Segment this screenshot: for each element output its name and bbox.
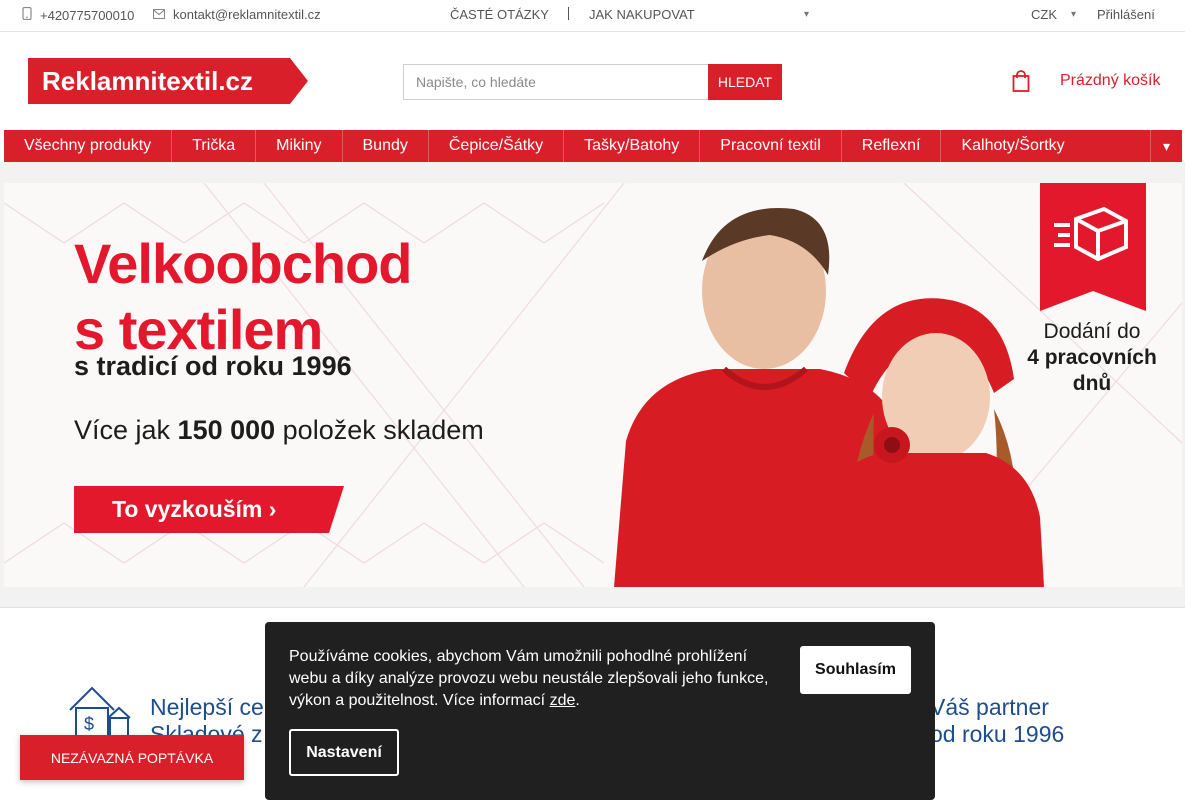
cookie-consent-dialog: Používáme cookies, abychom Vám umožnili … [265, 622, 935, 800]
mail-icon [152, 8, 166, 22]
email-address[interactable]: kontakt@reklamnitextil.cz [173, 7, 321, 22]
nav-item-hoodies[interactable]: Mikiny [256, 130, 343, 162]
cookie-message: Používáme cookies, abychom Vám umožnili … [289, 648, 769, 709]
cart[interactable]: Prázdný košík [1012, 70, 1160, 92]
phone-icon [22, 6, 32, 23]
nav-item-reflective[interactable]: Reflexní [842, 130, 942, 162]
nav-item-tshirts[interactable]: Trička [172, 130, 257, 162]
nav-more-button[interactable]: ▾ [1150, 130, 1182, 162]
logo-text: Reklamnitextil.cz [42, 66, 253, 96]
search-button[interactable]: HLEDAT [708, 64, 782, 100]
nav-item-bags[interactable]: Tašky/Batohy [564, 130, 701, 162]
site-logo[interactable]: Reklamnitextil.cz [28, 58, 308, 104]
search-input[interactable] [403, 64, 708, 100]
topbar-divider [568, 7, 569, 20]
feature-right-text: Váš partner od roku 1996 [930, 694, 1065, 747]
warehouse-price-icon: $ [52, 684, 132, 740]
more-links-toggle[interactable]: ▾ [804, 9, 809, 20]
cart-icon [1012, 70, 1030, 92]
top-bar: +420775700010 kontakt@reklamnitextil.cz … [0, 0, 1185, 32]
nav-item-caps[interactable]: Čepice/Šátky [429, 130, 565, 162]
banner-tagline: s tradicí od roku 1996 [74, 351, 352, 381]
phone-number[interactable]: +420775700010 [40, 8, 134, 23]
cookie-accept-button[interactable]: Souhlasím [800, 646, 911, 694]
nav-item-all-products[interactable]: Všechny produkty [4, 130, 173, 162]
chevron-down-icon: ▾ [804, 9, 810, 20]
svg-text:$: $ [84, 714, 94, 734]
inquiry-button[interactable]: NEZÁVAZNÁ POPTÁVKA [20, 735, 244, 780]
cookie-info-link[interactable]: zde [550, 692, 576, 709]
banner-cta-button[interactable]: To vyzkouším › [112, 496, 276, 523]
banner-models-image [614, 208, 1044, 587]
banner-stock-info: Více jak 150 000 položek skladem [74, 415, 484, 445]
cart-label: Prázdný košík [1060, 72, 1161, 89]
faq-link[interactable]: ČASTÉ OTÁZKY [450, 7, 549, 22]
currency-selector[interactable]: CZK ▾ [1031, 7, 1076, 22]
how-to-buy-link[interactable]: JAK NAKUPOVAT [589, 7, 695, 22]
email-contact[interactable]: kontakt@reklamnitextil.cz [152, 7, 321, 22]
login-link[interactable]: Přihlášení [1097, 7, 1155, 22]
nav-item-jackets[interactable]: Bundy [343, 130, 429, 162]
nav-item-trousers[interactable]: Kalhoty/Šortky [941, 130, 1084, 162]
promo-banner[interactable]: Velkoobchod s textilem s tradicí od roku… [4, 183, 1182, 587]
main-navigation: Všechny produkty Trička Mikiny Bundy Čep… [4, 130, 1182, 162]
delivery-text: Dodání do 4 pracovních dnů [1027, 320, 1157, 395]
cookie-settings-button[interactable]: Nastavení [289, 729, 399, 776]
nav-item-workwear[interactable]: Pracovní textil [700, 130, 842, 162]
chevron-down-icon: ▾ [1071, 9, 1077, 20]
currency-label: CZK [1031, 7, 1057, 22]
banner-headline: Velkoobchod s textilem [74, 232, 412, 361]
chevron-down-icon: ▾ [1162, 137, 1171, 154]
delivery-badge [1040, 183, 1146, 311]
search-bar: HLEDAT [403, 64, 782, 100]
phone-contact[interactable]: +420775700010 [22, 6, 134, 23]
